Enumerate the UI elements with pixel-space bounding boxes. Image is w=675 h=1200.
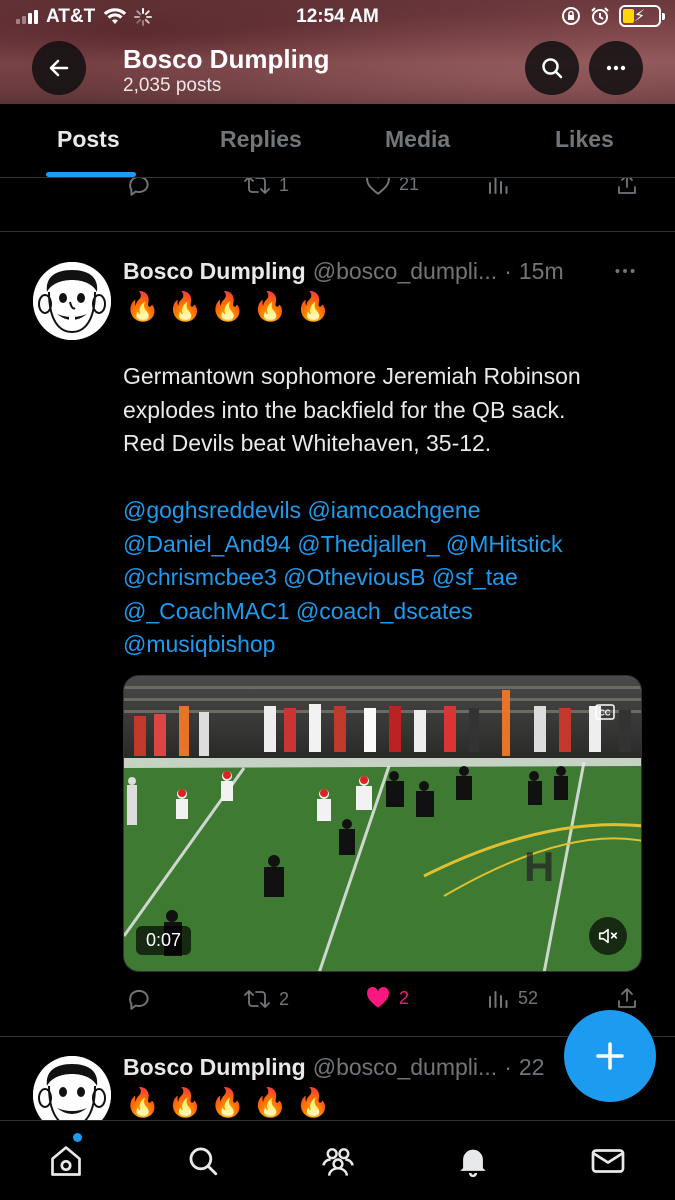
tweet-text: Germantown sophomore Jeremiah Robinson e… bbox=[123, 360, 653, 461]
profile-title: Bosco Dumpling 2,035 posts bbox=[123, 44, 330, 98]
plus-icon bbox=[596, 1042, 624, 1070]
tweet-timestamp[interactable]: 22 bbox=[519, 1054, 545, 1081]
repost-count: 2 bbox=[279, 988, 290, 1009]
reply-icon bbox=[129, 989, 149, 1010]
arrow-left-icon bbox=[49, 59, 69, 77]
profile-name: Bosco Dumpling bbox=[123, 44, 330, 74]
football-field-video-frame: H bbox=[124, 676, 641, 971]
more-horizontal-icon bbox=[606, 65, 626, 71]
tweet-text-line: Germantown sophomore Jeremiah Robinson bbox=[123, 363, 581, 389]
tweet-mentions: @goghsreddevils @iamcoachgene @Daniel_An… bbox=[123, 494, 653, 662]
cartoon-face-avatar-icon bbox=[33, 262, 111, 340]
share-icon bbox=[618, 988, 636, 1008]
status-bar: AT&T 12:54 AM ⚡ bbox=[0, 0, 675, 34]
nav-notifications[interactable] bbox=[453, 1141, 493, 1181]
back-button[interactable] bbox=[32, 41, 86, 95]
share-button[interactable] bbox=[615, 986, 639, 1010]
search-icon bbox=[189, 1147, 218, 1176]
views-button[interactable]: 52 bbox=[486, 986, 538, 1010]
more-horizontal-icon bbox=[615, 269, 635, 273]
profile-tabs: Posts Replies Media Likes bbox=[0, 104, 675, 178]
battery-charging-icon: ⚡ bbox=[619, 5, 665, 27]
fire-emoji-row: 🔥 🔥 🔥 🔥 🔥 bbox=[125, 1087, 331, 1118]
mention-line[interactable]: @musiqbishop bbox=[123, 628, 653, 662]
post-count: 2,035 posts bbox=[123, 75, 222, 96]
bell-icon bbox=[460, 1149, 486, 1178]
view-count: 52 bbox=[518, 987, 539, 1008]
tweet-text-line: explodes into the backfield for the QB s… bbox=[123, 396, 566, 423]
profile-header-banner: AT&T 12:54 AM ⚡ Bosco Dumpling 2,035 pos… bbox=[0, 0, 675, 104]
speaker-muted-icon bbox=[598, 928, 618, 944]
mention-line[interactable]: @chrismcbee3 @OtheviousB @sf_tae bbox=[123, 561, 653, 595]
alarm-clock-icon bbox=[591, 7, 609, 25]
tab-likes[interactable]: Likes bbox=[555, 126, 614, 153]
tweet-header: Bosco Dumpling @bosco_dumpli... · 15m bbox=[123, 258, 564, 285]
views-chart-icon bbox=[489, 991, 508, 1008]
nav-communities[interactable] bbox=[318, 1141, 358, 1181]
tab-posts[interactable]: Posts bbox=[57, 126, 120, 153]
fire-emoji-row: 🔥 🔥 🔥 🔥 🔥 bbox=[125, 291, 331, 322]
bottom-navigation bbox=[0, 1120, 675, 1200]
orientation-lock-icon bbox=[562, 7, 580, 25]
mention-line[interactable]: @_CoachMAC1 @coach_dscates bbox=[123, 595, 653, 629]
video-player[interactable]: H CC 0:07 bbox=[123, 675, 642, 972]
nav-messages[interactable] bbox=[588, 1141, 628, 1181]
author-name[interactable]: Bosco Dumpling bbox=[123, 1054, 306, 1081]
new-content-indicator bbox=[73, 1133, 82, 1142]
video-duration: 0:07 bbox=[136, 926, 192, 955]
tweet-divider bbox=[0, 231, 675, 232]
tab-replies[interactable]: Replies bbox=[220, 126, 302, 153]
repost-icon bbox=[244, 990, 270, 1008]
tweet-action-bar: 2 2 52 bbox=[0, 986, 675, 1016]
home-icon bbox=[51, 1146, 81, 1176]
separator-dot: · bbox=[504, 1054, 512, 1080]
svg-text:CC: CC bbox=[599, 709, 611, 718]
svg-text:H: H bbox=[524, 843, 554, 890]
tweet-more-button[interactable] bbox=[612, 258, 638, 284]
like-button[interactable]: 2 bbox=[365, 986, 409, 1010]
active-tab-indicator bbox=[46, 172, 136, 177]
search-button[interactable] bbox=[525, 41, 579, 95]
avatar[interactable] bbox=[33, 262, 111, 340]
closed-captions-icon: CC bbox=[595, 704, 615, 720]
mute-button[interactable] bbox=[589, 917, 627, 955]
tweet-timestamp[interactable]: 15m bbox=[519, 258, 564, 285]
tab-media[interactable]: Media bbox=[385, 126, 450, 153]
heart-filled-icon bbox=[367, 987, 389, 1008]
tweet-text-line: Red Devils beat Whitehaven, 35-12. bbox=[123, 430, 492, 456]
like-count: 2 bbox=[399, 987, 410, 1008]
author-handle[interactable]: @bosco_dumpli... bbox=[313, 1054, 497, 1081]
nav-home[interactable] bbox=[46, 1141, 86, 1181]
communities-icon bbox=[322, 1148, 354, 1176]
repost-button[interactable]: 2 bbox=[243, 986, 289, 1012]
search-icon bbox=[542, 58, 563, 79]
separator-dot: · bbox=[504, 258, 512, 284]
mention-line[interactable]: @goghsreddevils @iamcoachgene bbox=[123, 494, 653, 528]
author-handle[interactable]: @bosco_dumpli... bbox=[313, 258, 497, 285]
closed-captions-button[interactable]: CC bbox=[595, 704, 615, 720]
nav-search[interactable] bbox=[183, 1141, 223, 1181]
author-name[interactable]: Bosco Dumpling bbox=[123, 258, 306, 285]
mention-line[interactable]: @Daniel_And94 @Thedjallen_ @MHitstick bbox=[123, 528, 653, 562]
compose-post-button[interactable] bbox=[564, 1010, 656, 1102]
reply-button[interactable] bbox=[126, 986, 152, 1012]
more-options-button[interactable] bbox=[589, 41, 643, 95]
tweet-header: Bosco Dumpling @bosco_dumpli... · 22 bbox=[123, 1054, 544, 1081]
envelope-icon bbox=[591, 1149, 625, 1173]
